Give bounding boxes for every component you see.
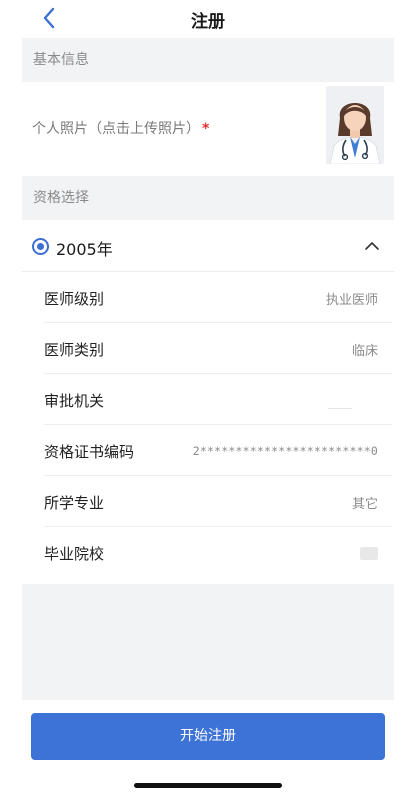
photo-label: 个人照片（点击上传照片） * [32,118,209,138]
nav-bar: 注册 [0,0,416,36]
info-row-graduated-school[interactable]: 毕业院校 [44,527,392,578]
redacted-value [328,408,352,409]
redacted-value [360,547,378,560]
home-indicator [134,783,282,788]
photo-upload-row[interactable]: 个人照片（点击上传照片） * [22,82,394,176]
info-row-major[interactable]: 所学专业 其它 [44,476,392,527]
section-header-basic-info: 基本信息 [22,38,394,82]
year-label: 2005年 [56,240,113,259]
info-value: 临床 [351,344,378,359]
info-label: 资格证书编码 [44,443,135,461]
info-label: 医师级别 [44,290,105,308]
info-row-approval-authority[interactable]: 审批机关 [44,374,392,425]
info-label: 医师类别 [44,341,105,359]
info-row-doctor-level[interactable]: 医师级别 执业医师 [44,272,392,323]
avatar[interactable] [326,86,384,164]
info-value: 2************************0 [192,444,378,458]
empty-section-area [22,584,394,700]
page-title: 注册 [191,12,225,32]
info-value: 其它 [351,497,378,512]
qualification-year-row[interactable]: 2005年 [22,222,394,272]
info-label: 审批机关 [44,392,105,410]
info-row-doctor-category[interactable]: 医师类别 临床 [44,323,392,374]
chevron-up-icon[interactable] [364,238,380,254]
doctor-avatar-icon [326,86,384,164]
info-label: 毕业院校 [44,545,105,563]
info-label: 所学专业 [44,494,105,512]
qualification-details: 医师级别 执业医师 医师类别 临床 审批机关 资格证书编码 2*********… [44,272,392,578]
section-header-qualification: 资格选择 [22,176,394,220]
start-register-button[interactable]: 开始注册 [31,713,385,760]
required-mark: * [202,121,210,137]
info-value: 执业医师 [325,293,378,308]
info-row-certificate-number[interactable]: 资格证书编码 2************************0 [44,425,392,476]
photo-label-text: 个人照片（点击上传照片） [32,121,200,137]
radio-selected-icon[interactable] [32,238,49,255]
